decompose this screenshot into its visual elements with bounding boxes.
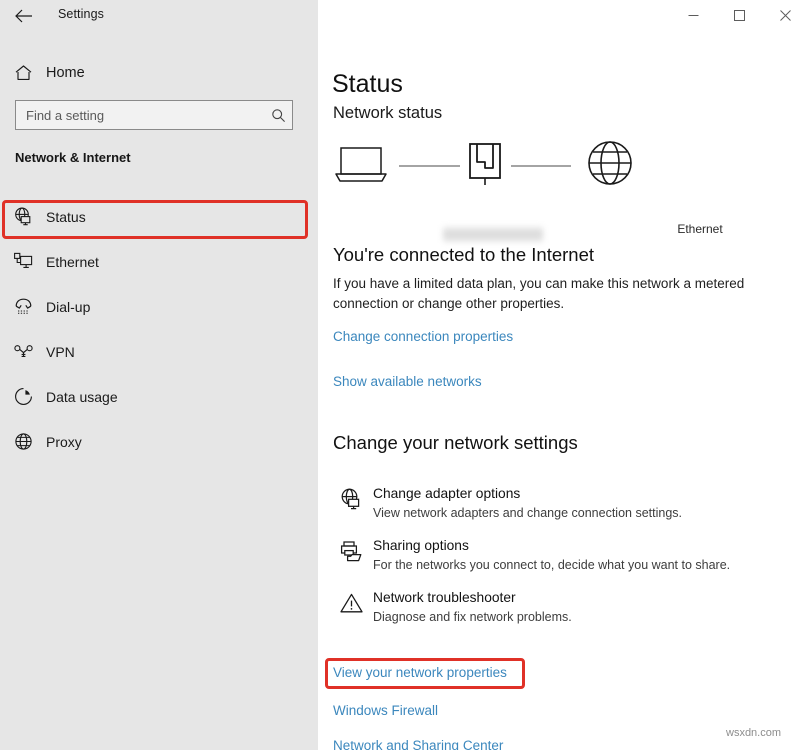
- minimize-button[interactable]: [670, 0, 716, 31]
- sidebar-item-dialup-label: Dial-up: [46, 299, 90, 315]
- sidebar-item-home[interactable]: Home: [0, 56, 318, 90]
- link-windows-firewall[interactable]: Windows Firewall: [333, 703, 438, 718]
- data-usage-pie-icon: [0, 386, 46, 407]
- settings-item-title: Network troubleshooter: [373, 589, 572, 607]
- sidebar-item-vpn-label: VPN: [46, 344, 75, 360]
- ethernet-port-icon: [470, 144, 500, 185]
- sidebar-item-ethernet-label: Ethernet: [46, 254, 99, 270]
- adapter-globe-monitor-icon: [329, 484, 373, 536]
- sidebar-category-title: Network & Internet: [15, 150, 131, 165]
- connected-description: If you have a limited data plan, you can…: [333, 274, 745, 314]
- dialup-phone-icon: [0, 296, 46, 317]
- page-title: Status: [332, 70, 403, 99]
- search-icon[interactable]: [264, 108, 292, 123]
- proxy-globe-icon: [0, 431, 46, 452]
- settings-item-network-troubleshooter[interactable]: Network troubleshooter Diagnose and fix …: [329, 588, 799, 640]
- settings-item-description: Diagnose and fix network problems.: [373, 609, 572, 626]
- main-content: Status Network status: [318, 32, 800, 750]
- network-settings-list: Change adapter options View network adap…: [329, 484, 799, 640]
- maximize-button[interactable]: [716, 0, 762, 31]
- close-icon: [780, 10, 791, 21]
- back-arrow-icon: [15, 9, 32, 23]
- link-network-and-sharing-center[interactable]: Network and Sharing Center: [333, 738, 503, 750]
- warning-triangle-icon: [329, 588, 373, 640]
- sidebar-nav-list: Status Ethernet: [0, 194, 318, 464]
- settings-item-title: Sharing options: [373, 537, 730, 555]
- link-change-connection-properties[interactable]: Change connection properties: [333, 329, 513, 344]
- ethernet-monitor-icon: [0, 251, 46, 272]
- sidebar-item-proxy[interactable]: Proxy: [0, 419, 318, 464]
- maximize-icon: [734, 10, 745, 21]
- sidebar-item-data-usage[interactable]: Data usage: [0, 374, 318, 419]
- globe-icon: [589, 142, 631, 184]
- close-button[interactable]: [762, 0, 800, 31]
- sidebar-item-data-usage-label: Data usage: [46, 389, 118, 405]
- sidebar-item-ethernet[interactable]: Ethernet: [0, 239, 318, 284]
- network-diagram: [333, 140, 663, 200]
- sidebar-item-dialup[interactable]: Dial-up: [0, 284, 318, 329]
- back-button[interactable]: [8, 4, 38, 28]
- network-status-heading: Network status: [333, 104, 442, 123]
- link-view-network-properties[interactable]: View your network properties: [333, 665, 507, 680]
- sidebar-item-proxy-label: Proxy: [46, 434, 82, 450]
- settings-item-sharing-options[interactable]: Sharing options For the networks you con…: [329, 536, 799, 588]
- connected-heading: You're connected to the Internet: [333, 244, 594, 266]
- sidebar-item-status-label: Status: [46, 209, 86, 225]
- link-show-available-networks[interactable]: Show available networks: [333, 374, 482, 389]
- minimize-icon: [688, 10, 699, 21]
- diagram-adapter-label: Ethernet: [640, 222, 760, 236]
- window-title: Settings: [58, 7, 104, 21]
- status-globe-monitor-icon: [0, 206, 46, 227]
- vpn-key-icon: [0, 341, 46, 362]
- sidebar-item-status[interactable]: Status: [0, 194, 318, 239]
- search-box[interactable]: [15, 100, 293, 130]
- settings-item-description: View network adapters and change connect…: [373, 505, 682, 522]
- search-input[interactable]: [16, 108, 264, 123]
- settings-item-change-adapter-options[interactable]: Change adapter options View network adap…: [329, 484, 799, 536]
- sidebar-item-home-label: Home: [46, 65, 85, 81]
- settings-item-title: Change adapter options: [373, 485, 682, 503]
- home-icon: [0, 64, 46, 82]
- laptop-icon: [336, 148, 386, 181]
- watermark: wsxdn.com: [726, 727, 781, 739]
- sidebar-item-vpn[interactable]: VPN: [0, 329, 318, 374]
- sidebar: Home Network & Internet Status: [0, 32, 318, 750]
- sharing-printer-folder-icon: [329, 536, 373, 588]
- change-settings-heading: Change your network settings: [333, 432, 578, 454]
- settings-item-description: For the networks you connect to, decide …: [373, 557, 730, 574]
- network-name-redacted: [443, 226, 543, 242]
